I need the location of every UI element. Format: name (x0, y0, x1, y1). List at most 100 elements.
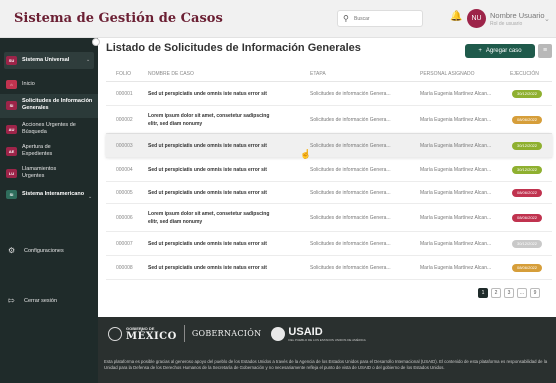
row-case-name: Sed ut perspiciatis unde omnis iste natu… (148, 143, 267, 149)
row-folio: 000003 (116, 143, 133, 149)
gear-icon: ⚙ (8, 246, 16, 255)
row-folio: 000005 (116, 190, 133, 196)
add-case-button[interactable]: + Agregar caso (465, 44, 535, 58)
system-selector[interactable]: SU Sistema Universal ⌄ (4, 52, 94, 69)
column-header-personal[interactable]: PERSONAL ASIGNADO (420, 71, 475, 77)
row-personal: María Eugenia Martínez Alcan... (420, 167, 492, 173)
row-case-name: Lorem ipsum dolor sit amet, consetetur s… (148, 211, 270, 217)
chevron-down-icon: ⌄ (86, 57, 91, 63)
table-row[interactable]: 000003 Sed ut perspiciatis unde omnis ist… (106, 134, 552, 158)
row-etapa: Solicitudes de información Genera... (310, 215, 391, 221)
sidebar: SU Sistema Universal ⌄ ⌂ Inicio SI Solic… (0, 38, 98, 383)
row-case-name: Sed ut perspiciatis unde omnis iste natu… (148, 91, 267, 97)
status-badge: 30/12/2022 (512, 240, 542, 248)
search-box[interactable]: ⚲ (337, 10, 423, 27)
table-row[interactable]: 000007 Sed ut perspiciatis unde omnis ist… (106, 232, 552, 256)
page-button[interactable]: 9 (530, 288, 540, 298)
sidebar-item-label: Configuraciones (24, 247, 64, 254)
status-badge: 08/06/2022 (512, 264, 542, 272)
row-etapa: Solicitudes de información Genera... (310, 91, 391, 97)
avatar[interactable]: NU (467, 9, 486, 28)
row-personal: María Eugenia Martínez Alcan... (420, 91, 492, 97)
row-case-name: Lorem ipsum dolor sit amet, consetetur s… (148, 113, 270, 119)
table-row[interactable]: 000001 Sed ut perspiciatis unde omnis ist… (106, 82, 552, 106)
sidebar-item-label: Solicitudes de Información Generales (22, 98, 93, 111)
row-case-name: Sed ut perspiciatis unde omnis iste natu… (148, 265, 267, 271)
table-row[interactable]: 000006 Lorem ipsum dolor sit amet, conset… (106, 204, 552, 232)
column-header-etapa[interactable]: ETAPA (310, 71, 326, 77)
usaid-seal-icon (271, 326, 286, 341)
chevron-down-icon: ⌄ (88, 194, 93, 200)
sidebar-badge: SI (6, 190, 17, 199)
sidebar-item-inicio[interactable]: ⌂ Inicio (6, 80, 35, 89)
sidebar-item-llamamientos[interactable]: LU Llamamientos Urgentes (6, 166, 78, 180)
sidebar-item-solicitudes[interactable]: SI Solicitudes de Información Generales (6, 98, 98, 112)
row-personal: María Eugenia Martínez Alcan... (420, 215, 492, 221)
sidebar-item-label: Cerrar sesión (24, 297, 58, 304)
footer: GOBIERNO DE MÉXICO GOBERNACIÓN USAID DEL… (98, 317, 556, 383)
logout-icon: ⇰ (8, 296, 15, 305)
search-icon: ⚲ (343, 14, 349, 23)
row-etapa: Solicitudes de información Genera... (310, 117, 391, 123)
bell-icon[interactable]: 🔔 (450, 11, 462, 22)
page-button[interactable]: 3 (504, 288, 514, 298)
table-row[interactable]: 000005 Sed ut perspiciatis unde omnis ist… (106, 182, 552, 204)
column-header-nombre[interactable]: NOMBRE DE CASO (148, 71, 194, 77)
user-name[interactable]: Nombre Usuario (490, 11, 545, 20)
plus-icon: + (478, 48, 482, 54)
table-row[interactable]: 000008 Sed ut perspiciatis unde omnis ist… (106, 256, 552, 280)
page-ellipsis: ... (517, 288, 527, 298)
row-case-name: Sed ut perspiciatis unde omnis iste natu… (148, 241, 267, 247)
page-button[interactable]: 2 (491, 288, 501, 298)
chevron-down-icon[interactable]: ⌄ (544, 15, 550, 23)
mouse-cursor: ☝ (300, 149, 312, 159)
row-case-name: elitr, sed diam nonumy (148, 219, 203, 225)
row-folio: 000006 (116, 215, 133, 221)
row-etapa: Solicitudes de información Genera... (310, 143, 391, 149)
row-etapa: Solicitudes de información Genera... (310, 190, 391, 196)
table-row[interactable]: 000004 Sed ut perspiciatis unde omnis ist… (106, 158, 552, 182)
row-etapa: Solicitudes de información Genera... (310, 265, 391, 271)
row-folio: 000001 (116, 91, 133, 97)
sidebar-item-apertura[interactable]: AE Apertura de Expedientes (6, 144, 78, 158)
sidebar-badge: LU (6, 168, 17, 178)
sidebar-item-label: Sistema Interamericano (22, 191, 85, 197)
usaid-name: USAID (288, 325, 323, 338)
footer-logos: GOBIERNO DE MÉXICO GOBERNACIÓN USAID DEL… (108, 325, 366, 342)
sidebar-item-label: Llamamientos Urgentes (22, 166, 57, 179)
row-folio: 000008 (116, 265, 133, 271)
page-title: Listado de Solicitudes de Información Ge… (106, 42, 361, 54)
status-badge: 30/12/2022 (512, 90, 542, 98)
sidebar-badge: AU (6, 124, 17, 134)
status-badge: 08/06/2022 (512, 214, 542, 222)
sidebar-item-acciones[interactable]: AU Acciones Urgentes de Búsqueda (6, 122, 86, 136)
sidebar-item-cerrar-sesion[interactable]: ⇰ Cerrar sesión (8, 296, 57, 305)
sidebar-item-interamericano[interactable]: SI Sistema Interamericano (6, 190, 86, 199)
row-folio: 000002 (116, 117, 133, 123)
sidebar-badge: SI (6, 100, 17, 110)
column-header-folio[interactable]: FOLIO (116, 71, 131, 77)
row-case-name: Sed ut perspiciatis unde omnis iste natu… (148, 167, 267, 173)
sidebar-collapse-toggle[interactable] (92, 38, 100, 46)
home-icon: ⌂ (6, 80, 17, 89)
row-folio: 000004 (116, 167, 133, 173)
sidebar-item-label: Acciones Urgentes de Búsqueda (22, 122, 76, 135)
logo-text-big: MÉXICO (126, 330, 177, 342)
sidebar-badge: AE (6, 146, 17, 156)
user-role: Rol de usuario (490, 21, 523, 27)
row-etapa: Solicitudes de información Genera... (310, 167, 391, 173)
gobernacion-logo: GOBERNACIÓN (191, 329, 262, 338)
column-header-ejecucion[interactable]: EJECUCIÓN (510, 71, 539, 77)
sidebar-item-configuraciones[interactable]: ⚙ Configuraciones (8, 246, 64, 255)
table-row[interactable]: 000002 Lorem ipsum dolor sit amet, conset… (106, 106, 552, 134)
system-badge: SU (6, 56, 17, 65)
row-case-name: elitr, sed diam nonumy (148, 121, 203, 127)
row-personal: María Eugenia Martínez Alcan... (420, 265, 492, 271)
row-personal: María Eugenia Martínez Alcan... (420, 143, 492, 149)
row-folio: 000007 (116, 241, 133, 247)
mexico-seal-icon (108, 326, 122, 341)
page-button[interactable]: 1 (478, 288, 488, 298)
filter-icon[interactable]: ≡ (538, 44, 552, 58)
row-personal: María Eugenia Martínez Alcan... (420, 190, 492, 196)
search-input[interactable] (354, 13, 420, 25)
